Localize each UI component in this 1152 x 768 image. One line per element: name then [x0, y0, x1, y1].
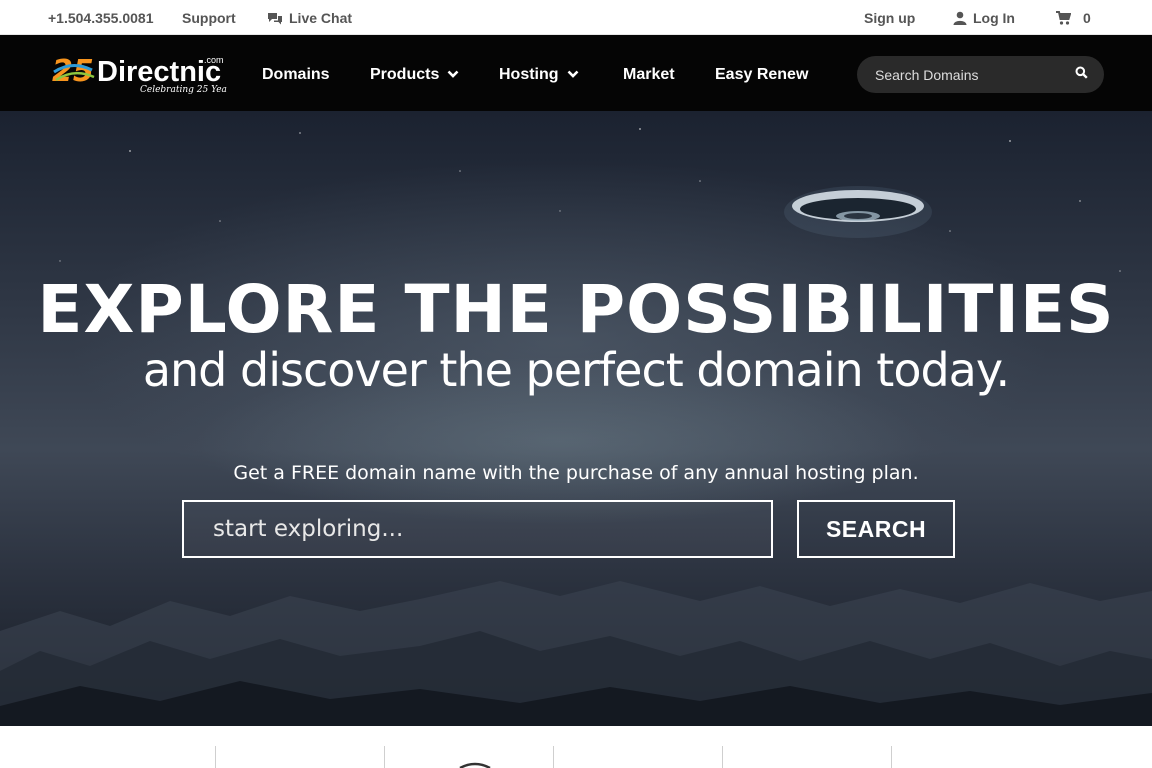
nav-products-label: Products	[370, 66, 440, 83]
ufo-illustration	[784, 186, 932, 238]
logo-tagline: Celebrating 25 Years	[140, 85, 227, 95]
hero-title: EXPLORE THE POSSIBILITIES	[37, 271, 1115, 348]
hero-promo-text: Get a FREE domain name with the purchase…	[233, 462, 919, 484]
nav-hosting-label: Hosting	[499, 66, 559, 83]
feature-icon	[459, 762, 491, 768]
cart-count: 0	[1083, 10, 1091, 26]
log-in-label: Log In	[973, 10, 1015, 26]
header-search	[857, 56, 1104, 93]
nav-products[interactable]: Products	[370, 66, 459, 84]
feature-divider	[722, 746, 723, 768]
hero-section: EXPLORE THE POSSIBILITIES and discover t…	[0, 111, 1152, 726]
cart-icon	[1056, 11, 1071, 25]
nav-hosting[interactable]: Hosting	[499, 66, 579, 84]
logo-number: 25	[52, 54, 94, 89]
chevron-down-icon	[567, 66, 579, 84]
header-search-input[interactable]	[875, 66, 1075, 83]
nav-domains[interactable]: Domains	[262, 66, 330, 84]
domain-search-input[interactable]	[182, 500, 773, 558]
logo-tld: .com	[204, 55, 224, 65]
sign-up-link[interactable]: Sign up	[864, 10, 915, 26]
search-icon[interactable]	[1075, 66, 1088, 84]
support-link[interactable]: Support	[182, 10, 236, 26]
feature-divider	[891, 746, 892, 768]
chevron-down-icon	[447, 66, 459, 84]
user-icon	[953, 11, 967, 25]
chat-bubbles-icon	[267, 12, 283, 25]
hero-subtitle: and discover the perfect domain today.	[142, 343, 1010, 397]
hero-background	[0, 128, 1152, 726]
feature-divider	[215, 746, 216, 768]
directnic-logo[interactable]: 25 Directnic .com Celebrating 25 Years	[52, 50, 236, 96]
top-utility-bar: +1.504.355.0081 Support Live Chat Sign u…	[0, 0, 1152, 35]
feature-divider	[384, 746, 385, 768]
features-strip	[0, 726, 1152, 768]
feature-divider	[553, 746, 554, 768]
nav-market[interactable]: Market	[623, 66, 675, 84]
live-chat-label: Live Chat	[289, 10, 353, 26]
cart-link[interactable]: 0	[1056, 10, 1091, 26]
log-in-link[interactable]: Log In	[953, 10, 1015, 26]
nav-easy-renew[interactable]: Easy Renew	[715, 66, 808, 84]
domain-search-button[interactable]: SEARCH	[797, 500, 955, 558]
main-navbar: 25 Directnic .com Celebrating 25 Years D…	[0, 35, 1152, 111]
phone-number[interactable]: +1.504.355.0081	[48, 10, 154, 26]
logo-wordmark: Directnic	[97, 56, 221, 88]
live-chat-link[interactable]: Live Chat	[267, 10, 352, 26]
